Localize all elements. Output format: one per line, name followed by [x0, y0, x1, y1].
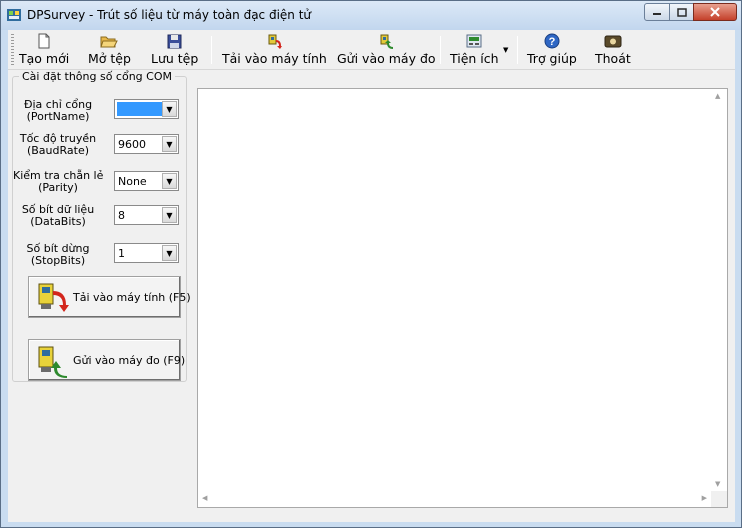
close-button[interactable] — [693, 3, 737, 21]
window-title: DPSurvey - Trút số liệu từ máy toàn đạc … — [27, 8, 312, 22]
toolbar: Tạo mới Mở tệp Lưu tệp Tải vào máy tính … — [8, 30, 735, 70]
portname-label-line2: (PortName) — [26, 110, 90, 123]
download-to-pc-f5-label: Tải vào máy tính (F5) — [73, 291, 191, 304]
download-to-pc-icon — [266, 32, 283, 50]
send-to-device-f9-label: Gửi vào máy đo (F9) — [73, 354, 186, 367]
help-button[interactable]: ? Trợ giúp — [527, 32, 577, 68]
minimize-button[interactable] — [644, 3, 670, 21]
help-label: Trợ giúp — [527, 51, 577, 66]
chevron-down-icon[interactable]: ▼ — [162, 136, 177, 152]
app-icon — [7, 9, 21, 21]
chevron-down-icon[interactable]: ▼ — [162, 207, 177, 223]
exit-label: Thoát — [595, 51, 631, 66]
total-station-send-icon — [38, 346, 67, 378]
databits-combobox[interactable]: 8 ▼ — [114, 205, 179, 225]
scroll-right-icon[interactable]: ▶ — [702, 494, 707, 502]
stopbits-label: Số bít dừng (StopBits) — [13, 243, 103, 267]
utilities-button[interactable]: Tiện ích — [450, 32, 499, 68]
vertical-scrollbar[interactable]: ▲ ▼ — [711, 89, 727, 491]
download-to-pc-label: Tải vào máy tính — [222, 51, 327, 66]
databits-value: 8 — [118, 209, 125, 222]
baudrate-value: 9600 — [118, 138, 146, 151]
save-button[interactable]: Lưu tệp — [151, 32, 198, 68]
output-textarea[interactable]: ▲ ▼ ◀ ▶ — [197, 88, 728, 508]
title-bar[interactable]: DPSurvey - Trút số liệu từ máy toàn đạc … — [1, 1, 741, 30]
utilities-label: Tiện ích — [450, 51, 499, 66]
utilities-dropdown-arrow-icon[interactable]: ▼ — [503, 46, 508, 54]
chevron-down-icon[interactable]: ▼ — [162, 101, 177, 117]
toolbar-separator — [517, 36, 518, 64]
client-area: Tạo mới Mở tệp Lưu tệp Tải vào máy tính … — [8, 30, 735, 522]
close-icon — [710, 7, 720, 17]
portname-selection — [117, 102, 162, 116]
exit-icon — [604, 32, 622, 50]
open-folder-icon — [100, 32, 119, 50]
total-station-download-icon — [38, 283, 69, 312]
stopbits-label-line2: (StopBits) — [30, 254, 86, 267]
scroll-down-icon[interactable]: ▼ — [715, 480, 720, 488]
baudrate-label-line2: (BaudRate) — [26, 144, 90, 157]
databits-label-line2: (DataBits) — [30, 215, 86, 228]
minimize-icon — [653, 13, 661, 15]
parity-label: Kiểm tra chẵn lẻ (Parity) — [13, 170, 103, 194]
send-to-device-button[interactable]: Gửi vào máy đo — [337, 32, 436, 68]
parity-value: None — [118, 175, 147, 188]
toolbar-separator — [211, 36, 212, 64]
open-button[interactable]: Mở tệp — [88, 32, 131, 68]
baudrate-label: Tốc độ truyền (BaudRate) — [13, 133, 103, 157]
databits-label: Số bít dữ liệu (DataBits) — [13, 204, 103, 228]
chevron-down-icon[interactable]: ▼ — [162, 245, 177, 261]
scroll-left-icon[interactable]: ◀ — [202, 494, 207, 502]
new-button[interactable]: Tạo mới — [19, 32, 69, 68]
chevron-down-icon[interactable]: ▼ — [162, 173, 177, 189]
app-window: DPSurvey - Trút số liệu từ máy toàn đạc … — [0, 0, 742, 528]
new-file-icon — [37, 32, 51, 50]
horizontal-scrollbar[interactable]: ◀ ▶ — [198, 491, 711, 507]
send-to-device-f9-button[interactable]: Gửi vào máy đo (F9) — [28, 339, 185, 381]
new-label: Tạo mới — [19, 51, 70, 66]
parity-combobox[interactable]: None ▼ — [114, 171, 179, 191]
utilities-icon — [466, 32, 482, 50]
send-to-device-label: Gửi vào máy đo — [337, 51, 436, 66]
upload-to-device-icon — [378, 32, 394, 50]
scroll-up-icon[interactable]: ▲ — [715, 92, 720, 100]
baudrate-combobox[interactable]: 9600 ▼ — [114, 134, 179, 154]
save-label: Lưu tệp — [151, 51, 199, 66]
portname-label: Địa chỉ cổng (PortName) — [13, 99, 103, 123]
download-to-pc-button[interactable]: Tải vào máy tính — [222, 32, 327, 68]
exit-button[interactable]: Thoát — [595, 32, 631, 68]
svg-text:?: ? — [549, 36, 556, 48]
stopbits-combobox[interactable]: 1 ▼ — [114, 243, 179, 263]
maximize-button[interactable] — [669, 3, 694, 21]
save-disk-icon — [167, 32, 182, 50]
download-to-pc-f5-button[interactable]: Tải vào máy tính (F5) — [28, 276, 191, 318]
parity-label-line2: (Parity) — [38, 181, 78, 194]
toolbar-grip[interactable] — [11, 34, 14, 66]
help-icon: ? — [544, 32, 560, 50]
com-settings-group: Cài đặt thông số cổng COM Địa chỉ cổng (… — [12, 70, 191, 382]
toolbar-separator — [440, 36, 441, 64]
maximize-icon — [676, 7, 687, 17]
com-settings-title: Cài đặt thông số cổng COM — [19, 70, 175, 83]
stopbits-value: 1 — [118, 247, 125, 260]
scrollbar-corner — [711, 491, 727, 507]
portname-combobox[interactable]: ▼ — [114, 99, 179, 119]
open-label: Mở tệp — [88, 51, 131, 66]
